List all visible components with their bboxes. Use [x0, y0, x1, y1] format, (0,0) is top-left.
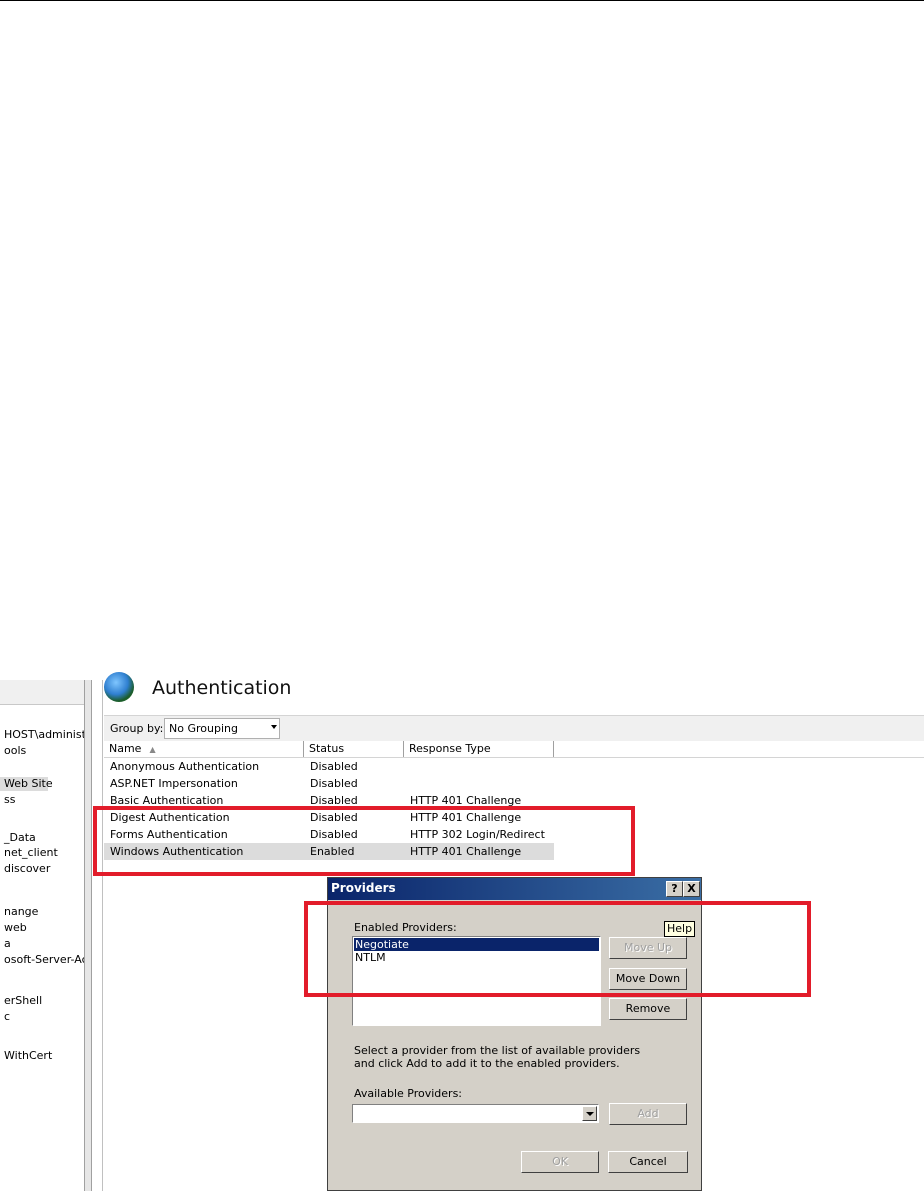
pane-splitter[interactable]: [84, 680, 92, 1191]
cancel-button[interactable]: Cancel: [608, 1151, 688, 1173]
cell-name: ASP.NET Impersonation: [110, 777, 238, 790]
tree-header: [0, 680, 84, 705]
table-header: Name ▲ Status Response Type: [104, 741, 924, 758]
table-row[interactable]: Anonymous Authentication Disabled: [104, 758, 554, 775]
tree-item[interactable]: _Data: [4, 831, 36, 845]
dialog-title: Providers: [331, 881, 396, 895]
group-by-value: No Grouping: [169, 722, 238, 735]
tree-item[interactable]: osoft-Server-Act: [4, 953, 84, 967]
available-providers-combo[interactable]: [352, 1104, 599, 1123]
instructions-text: Select a provider from the list of avail…: [354, 1044, 641, 1057]
chevron-down-icon[interactable]: [271, 725, 277, 729]
highlight-box-auth-rows: [93, 806, 635, 876]
tree-item[interactable]: HOST\administra: [4, 728, 84, 742]
table-row[interactable]: ASP.NET Impersonation Disabled: [104, 775, 554, 792]
connections-tree[interactable]: HOST\administra ools Web Site ss _Data n…: [0, 705, 84, 1191]
tree-item[interactable]: WithCert: [4, 1049, 52, 1063]
sort-ascending-icon: ▲: [149, 745, 156, 754]
column-header-name[interactable]: Name ▲: [104, 741, 304, 757]
column-header-empty: [554, 741, 924, 757]
tree-item[interactable]: ss: [4, 793, 15, 807]
ok-button[interactable]: OK: [521, 1151, 599, 1173]
tree-item-selected[interactable]: Web Site: [0, 777, 53, 791]
page-title: Authentication: [152, 677, 292, 699]
column-header-status[interactable]: Status: [304, 741, 404, 757]
column-header-response-type[interactable]: Response Type: [404, 741, 554, 757]
tree-item[interactable]: net_client: [4, 846, 58, 860]
tree-item[interactable]: web: [4, 921, 27, 935]
add-button[interactable]: Add: [609, 1103, 687, 1125]
chevron-down-icon[interactable]: [582, 1106, 597, 1121]
tree-item[interactable]: ools: [4, 744, 26, 758]
tree-item[interactable]: erShell: [4, 994, 42, 1008]
tree-item[interactable]: a: [4, 937, 11, 951]
tree-item[interactable]: nange: [4, 905, 38, 919]
cell-status: Disabled: [310, 760, 358, 773]
cell-name: Anonymous Authentication: [110, 760, 260, 773]
help-icon[interactable]: ?: [666, 881, 683, 897]
dialog-title-bar[interactable]: Providers ? X: [328, 878, 701, 900]
highlight-box-providers: [304, 901, 811, 997]
tree-item[interactable]: c: [4, 1010, 10, 1024]
top-border: [0, 0, 924, 1]
globe-icon: [104, 672, 134, 702]
content-left-margin: [92, 680, 103, 1191]
remove-button[interactable]: Remove: [609, 998, 687, 1020]
group-by-label: Group by:: [110, 722, 164, 735]
group-by-dropdown[interactable]: No Grouping: [164, 718, 280, 739]
tree-item[interactable]: discover: [4, 862, 50, 876]
instructions-text: and click Add to add it to the enabled p…: [354, 1057, 620, 1070]
available-providers-label: Available Providers:: [354, 1087, 463, 1100]
cell-status: Disabled: [310, 777, 358, 790]
close-icon[interactable]: X: [683, 881, 700, 897]
